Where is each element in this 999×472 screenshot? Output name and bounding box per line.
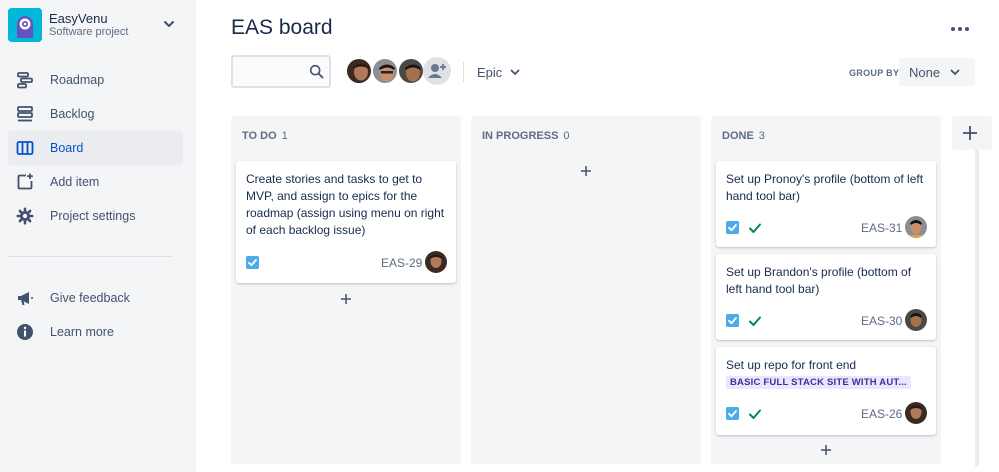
gear-icon [16, 207, 34, 225]
chevron-down-icon[interactable] [162, 17, 176, 31]
plus-icon [963, 126, 977, 140]
project-type: Software project [49, 26, 129, 38]
column-name: DONE [722, 130, 754, 142]
epic-lozenge[interactable]: BASIC FULL STACK SITE WITH AUT... [726, 376, 911, 389]
assignee-avatar[interactable] [905, 309, 927, 331]
column-name: TO DO [242, 130, 277, 142]
sidebar-item-label: Project settings [50, 209, 136, 223]
issue-key[interactable]: EAS-29 [381, 256, 422, 270]
story-type-icon [726, 314, 739, 327]
sidebar-item-label: Backlog [50, 107, 95, 121]
column-name: IN PROGRESS [482, 130, 559, 142]
search-icon [309, 64, 324, 79]
done-check-icon [749, 316, 761, 326]
board-icon [16, 141, 34, 155]
card-summary: Set up Pronoy's profile (bottom of left … [726, 172, 924, 203]
add-card-icon[interactable] [579, 164, 593, 178]
column-header: DONE 3 [722, 130, 765, 142]
chevron-down-icon [510, 69, 520, 75]
sidebar-item-project-settings[interactable]: Project settings [8, 199, 183, 233]
column-todo: TO DO 1 Create stories and tasks to get t… [231, 116, 461, 464]
issue-card[interactable]: Create stories and tasks to get to MVP, … [236, 161, 456, 283]
issue-card[interactable]: Set up Brandon's profile (bottom of left… [716, 254, 936, 340]
add-column-button[interactable] [952, 116, 992, 150]
sidebar-item-label: Board [50, 141, 84, 155]
group-by-label: GROUP BY [849, 68, 900, 78]
story-type-icon [726, 407, 739, 420]
sidebar-item-learn-more[interactable]: Learn more [8, 315, 183, 349]
search-input[interactable] [231, 55, 331, 88]
done-check-icon [749, 409, 761, 419]
sidebar-item-add-item[interactable]: Add item [8, 165, 183, 199]
story-type-icon [726, 221, 739, 234]
column-count: 0 [563, 130, 570, 142]
issue-key[interactable]: EAS-31 [861, 221, 902, 235]
done-check-icon [749, 223, 761, 233]
sidebar-item-board[interactable]: Board [8, 131, 183, 165]
card-summary: Create stories and tasks to get to MVP, … [246, 172, 445, 237]
add-people-button[interactable] [423, 57, 451, 85]
column-header: TO DO 1 [242, 130, 288, 142]
add-card-icon[interactable] [339, 292, 353, 306]
backlog-icon [17, 106, 33, 122]
column-count: 1 [281, 130, 288, 142]
avatar[interactable] [397, 57, 425, 85]
toolbar-divider [463, 62, 464, 82]
sidebar-item-label: Roadmap [50, 73, 105, 87]
issue-card[interactable]: Set up Pronoy's profile (bottom of left … [716, 161, 936, 247]
add-item-icon [17, 173, 33, 190]
add-person-icon [428, 64, 446, 78]
column-count: 3 [758, 130, 765, 142]
page-title: EAS board [231, 16, 333, 39]
epic-filter-dropdown[interactable]: Epic [470, 58, 530, 86]
sidebar-item-label: Give feedback [50, 291, 130, 305]
sidebar-item-label: Add item [50, 175, 100, 189]
column-done: DONE 3 Set up Pronoy's profile (bottom of… [711, 116, 941, 464]
epic-filter-label: Epic [477, 65, 503, 80]
assignee-avatar[interactable] [905, 402, 927, 424]
chevron-down-icon [950, 69, 960, 75]
assignee-avatar[interactable] [425, 251, 447, 273]
issue-card[interactable]: Set up repo for front end BASIC FULL STA… [716, 347, 936, 435]
project-switcher[interactable]: EasyVenu Software project [8, 8, 188, 44]
sidebar: EasyVenu Software project Roadmap Backlo… [0, 0, 196, 472]
column-in-progress: IN PROGRESS 0 [471, 116, 701, 464]
story-type-icon [246, 256, 259, 269]
issue-key[interactable]: EAS-30 [861, 314, 902, 328]
megaphone-icon [18, 292, 33, 305]
roadmap-icon [17, 72, 33, 89]
project-name: EasyVenu [49, 11, 108, 26]
sidebar-item-roadmap[interactable]: Roadmap [8, 63, 183, 97]
horizontal-scroll-edge [975, 150, 979, 466]
app-root: EasyVenu Software project Roadmap Backlo… [0, 0, 999, 472]
info-icon [17, 324, 33, 340]
avatar[interactable] [345, 57, 373, 85]
more-options-icon[interactable] [949, 22, 971, 36]
add-card-icon[interactable] [819, 443, 833, 457]
sidebar-item-backlog[interactable]: Backlog [8, 97, 183, 131]
avatar[interactable] [371, 57, 399, 85]
project-logo-icon [8, 8, 42, 42]
group-by-value: None [909, 65, 941, 80]
sidebar-divider [8, 256, 172, 257]
card-summary: Set up repo for front end [726, 358, 857, 372]
assignee-avatar[interactable] [905, 216, 927, 238]
card-summary: Set up Brandon's profile (bottom of left… [726, 265, 912, 296]
issue-key[interactable]: EAS-26 [861, 407, 902, 421]
sidebar-item-label: Learn more [50, 325, 114, 339]
group-by-dropdown[interactable]: None [899, 58, 975, 86]
sidebar-item-give-feedback[interactable]: Give feedback [8, 281, 183, 315]
column-header: IN PROGRESS 0 [482, 130, 570, 142]
